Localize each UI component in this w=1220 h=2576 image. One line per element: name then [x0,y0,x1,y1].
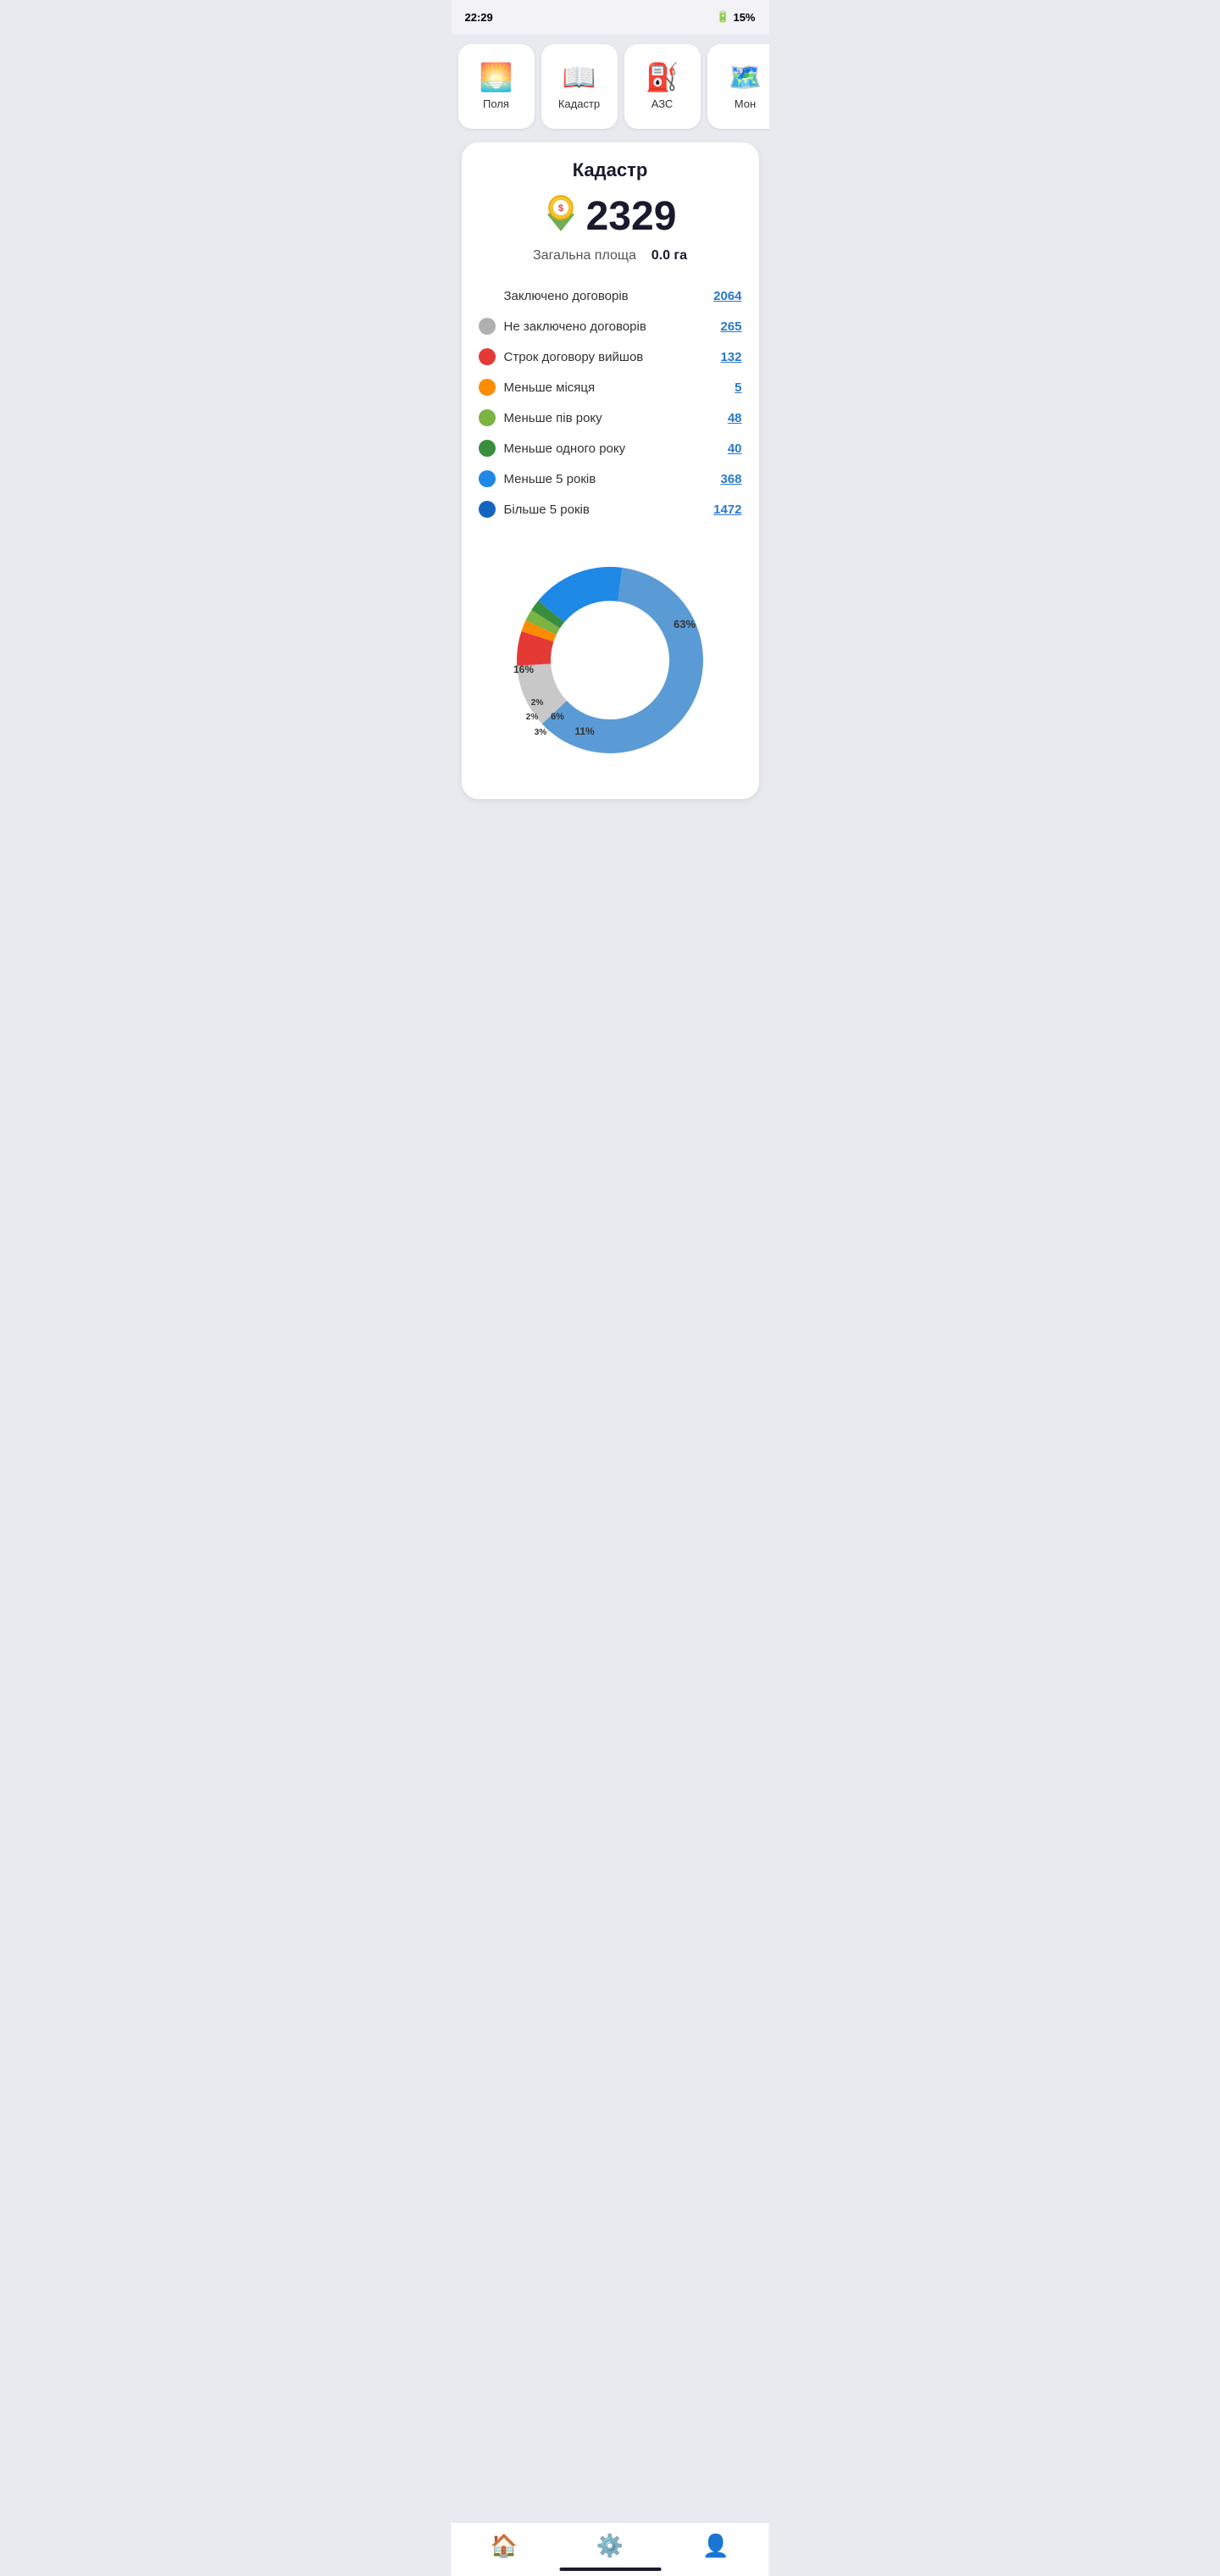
donut-chart: 63% 11% 6% 2% 2% 3% 16% [500,550,720,770]
label-expired: Строк договору вийшов [504,350,713,364]
area-value: 0.0 га [652,248,687,263]
dot-expired [479,348,496,365]
main-card: Кадастр $ 2329 Загальна площа 0.0 га Зак… [462,142,759,799]
status-bar: 22:29 🔋 15% [452,0,769,34]
status-icons: 🔋 15% [716,10,755,24]
nav-home[interactable]: 🏠 [491,2533,518,2559]
nav-card-cadastre[interactable]: 📖 Кадастр [541,44,618,129]
label-6: 6% [551,712,564,722]
fields-icon: 🌅 [480,64,513,91]
area-label: Загальна площа [533,248,636,263]
map-icon: 🗺️ [729,64,762,91]
stat-row-concluded: Заключено договорів 2064 [475,280,746,311]
home-indicator [559,2568,661,2571]
stat-row-less-5years: Меньше 5 років 368 [475,464,746,494]
value-less-halfyear[interactable]: 48 [728,411,742,425]
stat-row-less-halfyear: Меньше пів року 48 [475,402,746,433]
gas-icon: ⛽ [646,64,679,91]
stats-list: Заключено договорів 2064 Не заключено до… [475,280,746,525]
fields-label: Поля [483,97,509,110]
label-less-halfyear: Меньше пів року [504,411,719,425]
bottom-nav: 🏠 ⚙️ 👤 [452,2522,769,2576]
label-2a: 2% [531,698,544,708]
label-not-concluded: Не заключено договорів [504,319,713,334]
nav-profile[interactable]: 👤 [702,2533,729,2559]
dot-less-year [479,440,496,457]
label-concluded: Заключено договорів [504,289,706,303]
dot-not-concluded [479,318,496,335]
label-2b: 2% [526,713,539,722]
label-less-year: Меньше одного року [504,441,719,456]
nav-cards-row: 🌅 Поля 📖 Кадастр ⛽ АЗС 🗺️ Мон [452,34,769,139]
value-less-year[interactable]: 40 [728,441,742,456]
area-row: Загальна площа 0.0 га [475,248,746,264]
dot-less-5years [479,470,496,487]
home-icon: 🏠 [491,2533,518,2559]
total-count: 2329 [586,193,677,240]
label-11: 11% [574,725,595,737]
label-16: 16% [513,663,534,675]
nav-settings[interactable]: ⚙️ [596,2533,624,2559]
label-more-5years: Більше 5 років [504,502,706,517]
dot-less-month [479,379,496,396]
total-count-row: $ 2329 [475,193,746,240]
dot-more-5years [479,501,496,518]
cadastre-label: Кадастр [558,97,600,110]
battery-icon: 🔋 [716,10,729,24]
card-title: Кадастр [475,159,746,181]
label-less-5years: Меньше 5 років [504,472,713,486]
cadastre-icon: 📖 [563,64,596,91]
stat-row-not-concluded: Не заключено договорів 265 [475,311,746,341]
map-pin-icon: $ [544,194,578,239]
value-concluded[interactable]: 2064 [713,289,741,303]
value-more-5years[interactable]: 1472 [713,502,741,517]
value-not-concluded[interactable]: 265 [720,319,741,334]
status-time: 22:29 [465,11,493,24]
dot-concluded [479,287,496,304]
nav-card-fields[interactable]: 🌅 Поля [458,44,535,129]
svg-text:$: $ [558,203,563,214]
nav-card-map[interactable]: 🗺️ Мон [707,44,769,129]
label-63: 63% [674,618,696,630]
settings-icon: ⚙️ [596,2533,624,2559]
stat-row-less-month: Меньше місяця 5 [475,372,746,402]
stat-row-less-year: Меньше одного року 40 [475,433,746,464]
dot-less-halfyear [479,409,496,426]
map-label: Мон [735,97,756,110]
label-3: 3% [535,728,547,737]
nav-card-gas[interactable]: ⛽ АЗС [624,44,701,129]
label-less-month: Меньше місяця [504,380,727,395]
stat-row-expired: Строк договору вийшов 132 [475,341,746,372]
value-less-5years[interactable]: 368 [720,472,741,486]
stat-row-more-5years: Більше 5 років 1472 [475,494,746,525]
battery-level: 15% [733,11,755,24]
gas-label: АЗС [652,97,674,110]
time-display: 22:29 [465,11,493,24]
value-less-month[interactable]: 5 [735,380,741,395]
value-expired[interactable]: 132 [720,350,741,364]
donut-chart-container: 63% 11% 6% 2% 2% 3% 16% [475,541,746,779]
profile-icon: 👤 [702,2533,729,2559]
donut-hole [552,602,668,718]
